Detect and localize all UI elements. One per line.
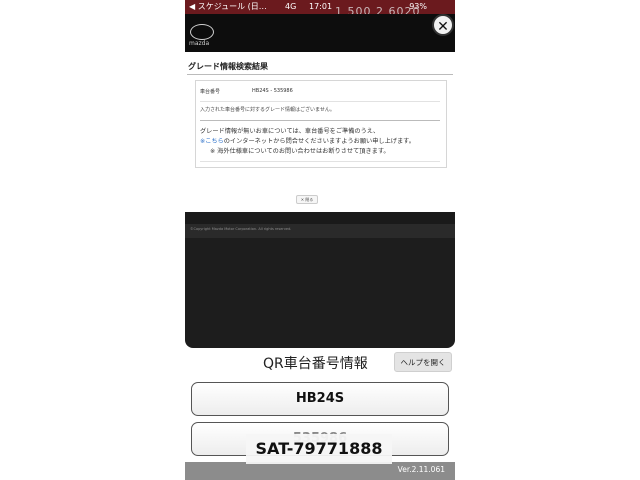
result-panel: 車台番号 HB24S - 535986 入力された車台番号に対するグレード情報は…: [195, 80, 447, 168]
mazda-logo-icon: [190, 24, 214, 40]
help-text-line3: ※ 海外仕様車についてのお問い合わせはお断りさせて頂きます。: [210, 148, 390, 155]
help-text-line1: グレード情報が無いお車については、車台番号をご準備のうえ、: [200, 128, 380, 135]
modal-band: [185, 212, 455, 224]
divider: [200, 101, 440, 102]
section-title: QR車台番号情報: [263, 356, 368, 372]
vehicle-number-label: 車台番号: [200, 89, 221, 95]
modal-header: mazda: [185, 14, 455, 52]
divider: [187, 74, 453, 75]
help-text-line2-rest: のインターネットから問合せくださいますようお願い申し上げます。: [223, 138, 415, 145]
inquiry-link[interactable]: こちら: [205, 138, 224, 145]
not-found-message: 入力された車台番号に対するグレード情報はございません。: [200, 107, 335, 113]
open-help-button[interactable]: ヘルプを開く: [394, 352, 452, 372]
divider: [200, 120, 440, 121]
status-time: 17:01: [309, 2, 333, 11]
phone-screen: ◀ スケジュール (日… 4G 17:01 93% 1 500 2 6020 m…: [185, 0, 455, 480]
watermark-label: SAT-79771888: [246, 434, 392, 464]
version-label: Ver.2.11.061: [397, 465, 445, 474]
help-text-line2: ※こちらのインターネットから問合せくださいますようお願い申し上げます。: [200, 136, 415, 145]
page-title: グレード情報検索結果: [188, 62, 268, 71]
brand-name: mazda: [189, 40, 210, 47]
network-indicator: 4G: [285, 2, 297, 11]
vehicle-number-value: HB24S - 535986: [252, 88, 293, 94]
close-modal-icon[interactable]: ✕: [432, 14, 454, 36]
divider: [200, 161, 440, 162]
grade-info-modal: mazda グレード情報検索結果 車台番号 HB24S - 535986 入力さ…: [185, 14, 455, 348]
copyright-text: ©Copyright Mazda Motor Corporation. All …: [190, 227, 292, 231]
back-to-app-link[interactable]: ◀ スケジュール (日…: [189, 0, 267, 14]
modal-content: グレード情報検索結果 車台番号 HB24S - 535986 入力された車台番号…: [185, 52, 455, 212]
footer-bar: Ver.2.11.061: [185, 462, 455, 480]
model-code-field[interactable]: HB24S: [191, 382, 449, 416]
close-window-button[interactable]: ✕ 閉る: [296, 195, 318, 204]
